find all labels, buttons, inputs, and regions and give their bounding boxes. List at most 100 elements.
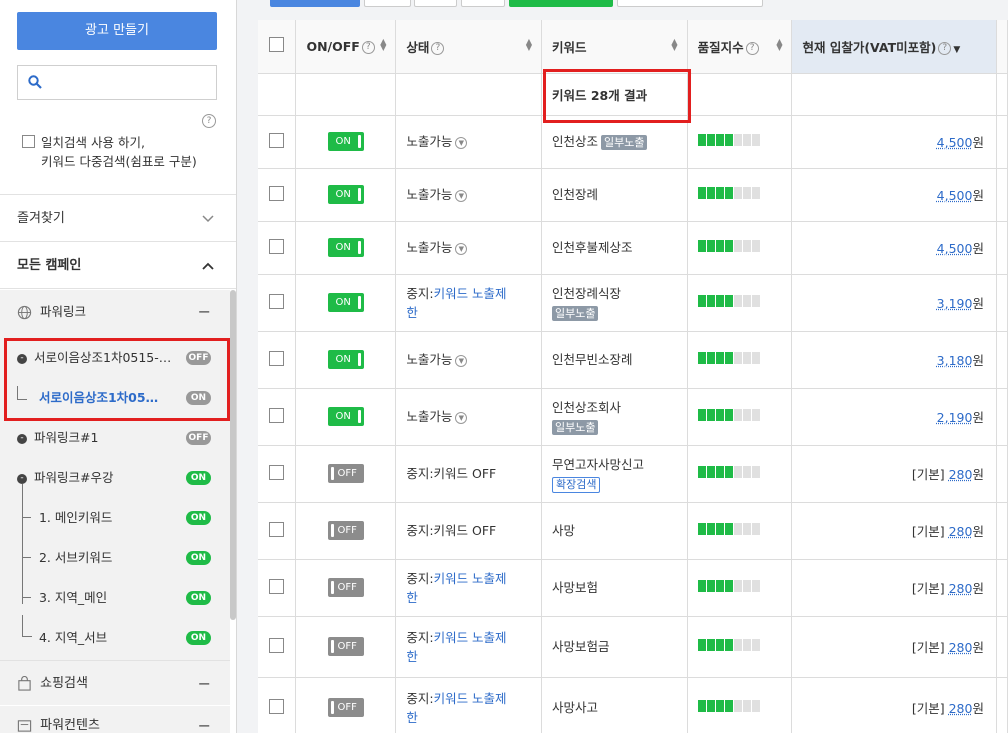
col-quality[interactable]: 품질지수? ▲ ▼ [687,20,793,74]
search-icon[interactable] [28,75,42,89]
campaign-search-box[interactable] [17,65,217,100]
keyword-text[interactable]: 사망 [552,523,575,538]
help-icon[interactable]: ? [202,114,216,128]
onoff-toggle[interactable]: ON [328,407,365,426]
sidebar-scrollbar[interactable] [230,290,236,620]
toolbar-button[interactable] [617,0,763,7]
table-row[interactable]: ON 노출가능 ▼ 인천무빈소장례 3,180원 [258,331,1008,389]
bid-amount[interactable]: 280 [949,581,973,596]
row-checkbox[interactable] [269,578,284,594]
campaign-group-powerlink[interactable]: 파워링크 − [0,292,230,332]
minus-circle-icon[interactable]: - [17,433,27,444]
keyword-text[interactable]: 사망보험 [552,580,598,595]
collapse-icon[interactable]: − [198,292,211,332]
table-row[interactable]: OFF 중지:키워드 OFF 무연고자사망신고 확장검색 [기본] 280원 [258,445,1008,503]
status-link[interactable]: 키워드 노출제 [434,691,507,706]
bid-amount[interactable]: 4,500 [937,188,973,203]
onoff-toggle[interactable]: ON [328,293,365,312]
onoff-toggle[interactable]: ON [328,238,365,257]
favorites-section[interactable]: 즐겨찾기 [0,196,236,242]
all-campaigns-section[interactable]: 모든 캠페인 [0,243,236,289]
toolbar-button[interactable] [461,0,505,7]
onoff-toggle[interactable]: ON [328,350,365,369]
status-link-tail[interactable]: 한 [406,710,418,725]
status-link[interactable]: 키워드 노출제 [434,571,507,586]
help-icon[interactable]: ? [361,40,375,54]
keyword-text[interactable]: 사망보험금 [552,639,610,654]
table-row[interactable]: ON 노출가능 ▼ 인천장례 4,500원 [258,168,1008,222]
row-checkbox[interactable] [269,185,284,201]
table-row[interactable]: ON 노출가능 ▼ 인천후불제상조 4,500원 [258,221,1008,275]
campaign-subitem[interactable]: 1. 메인키워드 ON [0,484,230,538]
status-link-tail[interactable]: 한 [406,305,418,320]
keyword-text[interactable]: 무연고자사망신고 [552,457,644,472]
powercontents-group[interactable]: 파워컨텐츠 − [0,706,230,733]
row-checkbox[interactable] [269,637,284,653]
keyword-text[interactable]: 인천장례 [552,187,598,202]
row-checkbox[interactable] [269,521,284,537]
help-icon[interactable]: ? [745,41,759,55]
chevron-down-icon[interactable] [200,196,216,242]
exact-search-checkbox[interactable] [22,135,35,148]
bid-amount[interactable]: 280 [949,640,973,655]
chevron-up-icon[interactable] [200,243,216,289]
bid-amount[interactable]: 2,190 [937,410,973,425]
chevron-down-icon[interactable]: ▼ [455,354,468,367]
onoff-toggle[interactable]: OFF [328,521,365,540]
minus-circle-icon[interactable]: - [17,473,27,484]
row-checkbox[interactable] [269,293,284,309]
sort-icon[interactable]: ▲ ▼ [526,38,532,52]
campaign-subitem[interactable]: 3. 지역_메인 ON [0,564,230,618]
keyword-text[interactable]: 인천후불제상조 [552,240,633,255]
campaign-item[interactable]: - 파워링크#1 OFF [0,418,230,458]
chevron-down-icon[interactable]: ▼ [455,411,468,424]
status-link[interactable]: 키워드 노출제 [434,630,507,645]
status-link-tail[interactable]: 한 [406,649,418,664]
bid-amount[interactable]: 3,180 [937,353,973,368]
table-row[interactable]: OFF 중지:키워드 노출제 한 사망보험 [기본] 280원 [258,559,1008,617]
select-all-checkbox[interactable] [269,37,284,53]
toolbar-primary-button[interactable] [270,0,360,7]
campaign-subitem[interactable]: 4. 지역_서브 ON [0,615,230,658]
create-ad-button[interactable]: 광고 만들기 [17,12,217,50]
bid-amount[interactable]: 280 [949,524,973,539]
row-checkbox[interactable] [269,350,284,366]
keyword-text[interactable]: 인천장례식장 [552,286,621,301]
table-row[interactable]: OFF 중지:키워드 노출제 한 사망보험금 [기본] 280원 [258,616,1008,678]
table-row[interactable]: ON 중지:키워드 노출제 한 인천장례식장 일부노출 3,190원 [258,274,1008,332]
status-link-tail[interactable]: 한 [406,590,418,605]
sort-icon[interactable]: ▲ ▼ [776,38,782,52]
chevron-down-icon[interactable]: ▼ [455,242,468,255]
row-checkbox[interactable] [269,698,284,714]
bid-amount[interactable]: 280 [949,701,973,716]
collapse-icon[interactable]: − [198,706,211,733]
col-status[interactable]: 상태? ▲ ▼ [395,20,542,74]
row-checkbox[interactable] [269,238,284,254]
col-bid[interactable]: 현재 입찰가(VAT미포함)? ▼ [791,20,997,74]
bid-amount[interactable]: 3,190 [937,296,973,311]
chevron-down-icon[interactable]: ▼ [455,136,468,149]
onoff-toggle[interactable]: ON [328,132,365,151]
keyword-text[interactable]: 사망사고 [552,700,598,715]
onoff-toggle[interactable]: ON [328,185,365,204]
bid-amount[interactable]: 4,500 [937,241,973,256]
collapse-icon[interactable]: − [198,661,211,706]
onoff-toggle[interactable]: OFF [328,698,365,717]
keyword-text[interactable]: 인천상조 [552,134,598,149]
col-onoff[interactable]: ON/OFF? ▲ ▼ [295,20,397,74]
table-row[interactable]: OFF 중지:키워드 노출제 한 사망사고 [기본] 280원 [258,677,1008,733]
campaign-search-input[interactable] [52,72,207,94]
keyword-text[interactable]: 인천무빈소장례 [552,352,633,367]
onoff-toggle[interactable]: OFF [328,578,365,597]
onoff-toggle[interactable]: OFF [328,464,365,483]
toolbar-button[interactable] [364,0,411,7]
sort-icon[interactable]: ▲ ▼ [671,38,677,52]
status-link[interactable]: 키워드 노출제 [434,286,507,301]
shopping-search-group[interactable]: 쇼핑검색 − [0,660,230,705]
row-checkbox[interactable] [269,132,284,148]
col-keyword[interactable]: 키워드 ▲ ▼ [541,20,688,74]
campaign-item[interactable]: - 파워링크#우강 ON [0,458,230,498]
table-row[interactable]: OFF 중지:키워드 OFF 사망 [기본] 280원 [258,502,1008,560]
help-icon[interactable]: ? [938,41,952,55]
toolbar-button[interactable] [414,0,457,7]
